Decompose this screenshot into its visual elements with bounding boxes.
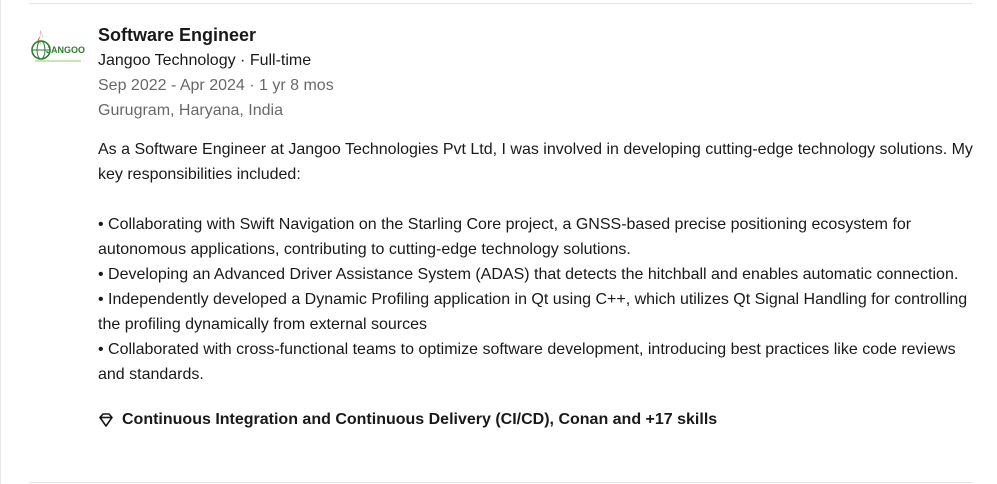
company-line: Jangoo Technology · Full-time [98,52,312,69]
divider [29,482,972,483]
description-intro: As a Software Engineer at Jangoo Technol… [98,141,973,183]
list-item: • Developing an Advanced Driver Assistan… [98,266,959,283]
job-description: As a Software Engineer at Jangoo Technol… [98,137,973,387]
skills-link[interactable]: Continuous Integration and Continuous De… [98,408,973,432]
list-item: • Collaborating with Swift Navigation on… [98,216,912,258]
divider [29,3,972,4]
location: Gurugram, Haryana, India [98,102,283,119]
company-logo[interactable]: JANGOO [29,28,87,68]
jangoo-logo-icon: JANGOO [31,30,85,62]
skills-label: Continuous Integration and Continuous De… [122,411,718,428]
experience-card: JANGOO Software Engineer Jangoo Technolo… [0,0,997,484]
job-title[interactable]: Software Engineer [98,22,973,48]
svg-text:JANGOO: JANGOO [46,45,85,55]
diamond-icon [99,413,113,427]
duration: Sep 2022 - Apr 2024 · 1 yr 8 mos [98,77,334,94]
list-item: • Independently developed a Dynamic Prof… [98,291,968,333]
list-item: • Collaborated with cross-functional tea… [98,341,956,383]
experience-details: Software Engineer Jangoo Technology · Fu… [98,22,973,432]
